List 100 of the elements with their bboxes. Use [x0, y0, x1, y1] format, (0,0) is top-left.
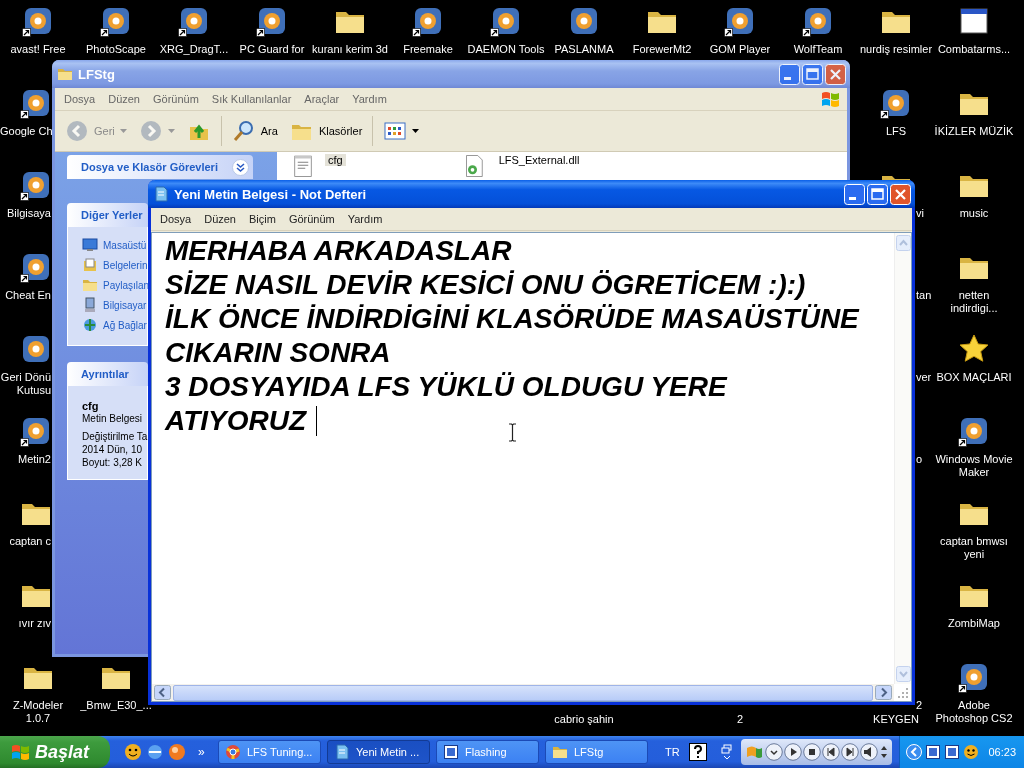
icon-label[interactable]: Google Ch	[0, 125, 51, 138]
icon-label[interactable]: Adobe Photoshop CS2	[935, 699, 1013, 725]
icon-label[interactable]: captan c	[0, 535, 51, 548]
application-icon[interactable]	[20, 333, 52, 365]
icon-label[interactable]: WolfTeam	[793, 43, 843, 56]
previous-icon[interactable]	[821, 743, 840, 761]
icon-label[interactable]: 2	[736, 713, 744, 726]
icon-label[interactable]: ZombiMap	[948, 617, 1000, 630]
icon-label[interactable]: PASLANMA	[554, 43, 614, 56]
computer-icon[interactable]	[82, 297, 98, 313]
icon-label[interactable]: LFS	[885, 125, 907, 138]
icon-label[interactable]: vi	[916, 207, 924, 220]
taskbar-button[interactable]: Yeni Metin ...	[327, 740, 430, 764]
application-icon[interactable]	[802, 5, 834, 37]
place-link[interactable]: Paylaşılan	[103, 279, 150, 291]
window-icon[interactable]	[925, 744, 942, 760]
application-icon[interactable]	[724, 5, 756, 37]
panel-header[interactable]: Dosya ve Klasör Görevleri	[67, 155, 253, 179]
language-indicator[interactable]: TR	[665, 746, 680, 758]
window-icon[interactable]	[958, 5, 990, 37]
application-icon[interactable]	[958, 415, 990, 447]
panel-header[interactable]: Diğer Yerler	[67, 203, 148, 227]
place-link[interactable]: Masaüstü	[103, 239, 147, 251]
menu-item[interactable]: Düzen	[199, 213, 244, 225]
icon-label[interactable]: netten indirdigi...	[950, 289, 998, 315]
desktop-icon[interactable]	[82, 237, 98, 253]
icon-label[interactable]: cabrio şahin	[554, 713, 614, 726]
application-icon[interactable]	[22, 5, 54, 37]
icon-label[interactable]: Cheat En	[0, 289, 51, 302]
icon-label[interactable]: Metin2	[0, 453, 51, 466]
application-icon[interactable]	[100, 5, 132, 37]
icon-label[interactable]: ForewerMt2	[632, 43, 692, 56]
restore-icon[interactable]	[720, 743, 733, 761]
menu-item[interactable]: Yardım	[342, 213, 391, 225]
application-icon[interactable]	[412, 5, 444, 37]
next-icon[interactable]	[840, 743, 859, 761]
icon-label[interactable]: nurdiş resimler	[859, 43, 933, 56]
close-button[interactable]	[890, 183, 911, 205]
icon-label[interactable]: Freemake	[403, 43, 453, 56]
application-icon[interactable]	[20, 251, 52, 283]
file-name[interactable]: LFS_External.dll	[495, 154, 583, 166]
window-icon[interactable]	[944, 744, 961, 760]
icon-label[interactable]: music	[959, 207, 989, 220]
star-icon[interactable]	[958, 333, 990, 365]
icon-label[interactable]: KEYGEN	[873, 713, 919, 726]
icon-label[interactable]: Combatarms...	[937, 43, 1011, 56]
play-icon[interactable]	[783, 743, 802, 761]
application-icon[interactable]	[568, 5, 600, 37]
application-icon[interactable]	[880, 87, 912, 119]
icon-label[interactable]: PhotoScape	[86, 43, 146, 56]
icon-label[interactable]: _Bmw_E30_...	[80, 699, 152, 712]
icon-label[interactable]: Z-Modeler 1.0.7	[12, 699, 64, 725]
icon-label[interactable]: PC Guard for	[239, 43, 305, 56]
maximize-button[interactable]	[867, 183, 888, 205]
smiley-icon[interactable]	[963, 744, 980, 760]
volume-icon[interactable]	[859, 743, 878, 761]
more-button[interactable]: »	[196, 745, 207, 759]
application-icon[interactable]	[20, 169, 52, 201]
place-link[interactable]: Bilgisayar	[103, 299, 147, 311]
browser-icon[interactable]	[146, 743, 164, 761]
file-name[interactable]: cfg	[325, 154, 346, 166]
scroll-right-icon[interactable]	[875, 685, 892, 700]
icon-label[interactable]: ver	[916, 371, 932, 384]
icon-label[interactable]: avast! Free	[10, 43, 66, 56]
icon-label[interactable]: Bilgisaya	[0, 207, 51, 220]
minimize-button[interactable]	[844, 183, 865, 205]
text-file-icon[interactable]	[291, 154, 315, 178]
icon-label[interactable]: tan	[916, 289, 932, 302]
stop-icon[interactable]	[802, 743, 821, 761]
scroll-left-icon[interactable]	[154, 685, 171, 700]
icon-label[interactable]: Windows Movie Maker	[935, 453, 1013, 479]
application-icon[interactable]	[256, 5, 288, 37]
menu-item[interactable]: Biçim	[244, 213, 284, 225]
icon-label[interactable]: ıvır zıv	[0, 617, 51, 630]
menu-item[interactable]: Görünüm	[283, 213, 343, 225]
icon-label[interactable]: İKİZLER MÜZİK	[934, 125, 1014, 138]
icon-label[interactable]: captan bmwsı yeni	[940, 535, 1008, 561]
network-icon[interactable]	[82, 317, 98, 333]
icon-label[interactable]: BOX MAÇLARI	[936, 371, 1012, 384]
icon-label[interactable]: o	[916, 453, 923, 466]
icon-label[interactable]: kuranı kerim 3d	[312, 43, 388, 56]
application-icon[interactable]	[178, 5, 210, 37]
place-link[interactable]: Ağ Bağlar	[103, 319, 147, 331]
help-icon[interactable]	[688, 743, 707, 761]
place-link[interactable]: Belgelerin	[103, 259, 148, 271]
expand-chevron-icon[interactable]	[232, 158, 249, 176]
icon-label[interactable]: DAEMON Tools	[467, 43, 545, 56]
panel-header[interactable]: Ayrıntılar	[67, 362, 148, 386]
smiley-icon[interactable]	[124, 743, 142, 761]
application-icon[interactable]	[490, 5, 522, 37]
tray-chevron-icon[interactable]	[906, 744, 923, 760]
icon-label[interactable]: Geri Dönü Kutusu	[0, 371, 51, 397]
resize-grip-icon[interactable]	[896, 687, 909, 699]
application-icon[interactable]	[20, 87, 52, 119]
icon-label[interactable]: XRG_DragT...	[159, 43, 229, 56]
icon-label[interactable]: GOM Player	[709, 43, 771, 56]
application-icon[interactable]	[958, 661, 990, 693]
icon-label[interactable]: 2	[916, 699, 923, 712]
menu-item[interactable]: Dosya	[155, 213, 200, 225]
start-button[interactable]: Başlat	[0, 736, 110, 768]
